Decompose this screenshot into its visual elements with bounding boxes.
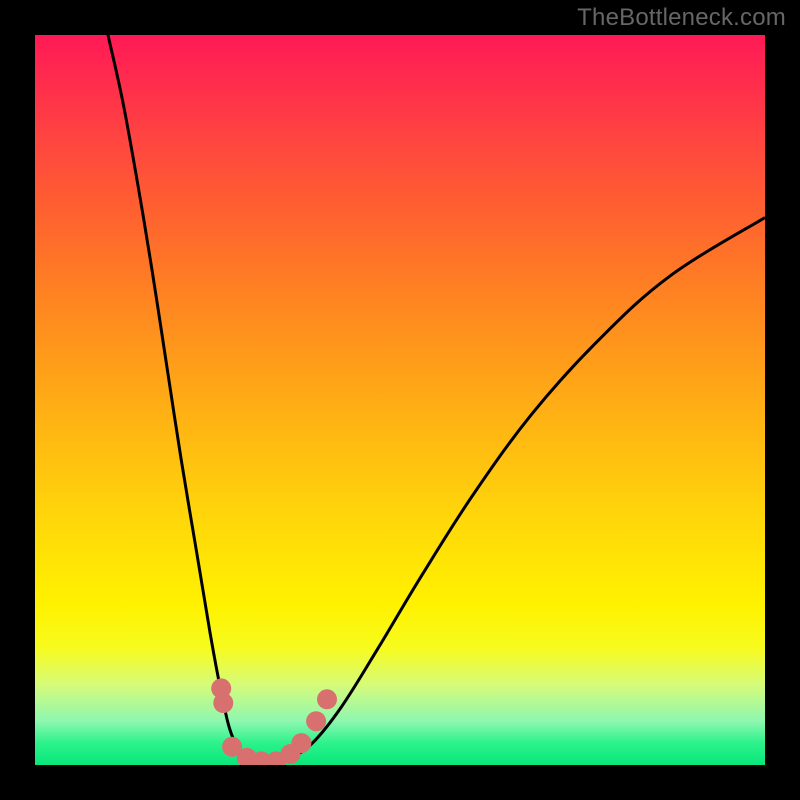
watermark-text: TheBottleneck.com xyxy=(577,4,786,32)
curve-markers xyxy=(211,678,337,765)
data-marker xyxy=(317,689,337,709)
curve-left-branch xyxy=(108,35,269,765)
curve-overlay xyxy=(35,35,765,765)
data-marker xyxy=(291,733,311,753)
plot-area xyxy=(35,35,765,765)
curve-right-branch xyxy=(269,218,765,766)
data-marker xyxy=(213,693,233,713)
chart-frame: TheBottleneck.com xyxy=(0,0,800,800)
data-marker xyxy=(306,711,326,731)
